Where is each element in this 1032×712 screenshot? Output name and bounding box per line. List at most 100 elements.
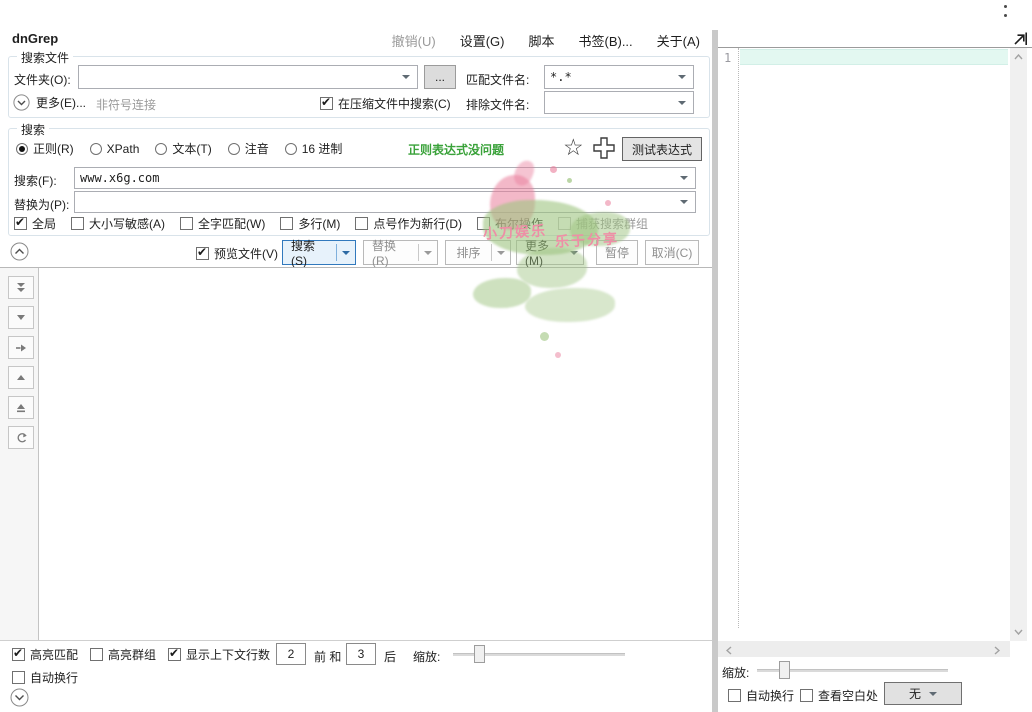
checkbox-icon[interactable] bbox=[355, 217, 368, 230]
reset-button[interactable] bbox=[8, 426, 34, 449]
more-options-toggle[interactable]: 更多(E)... bbox=[13, 94, 86, 111]
checkbox-icon[interactable] bbox=[14, 217, 27, 230]
checkbox-icon[interactable] bbox=[728, 689, 741, 702]
horizontal-scrollbar[interactable] bbox=[718, 641, 1010, 657]
checkbox-icon[interactable] bbox=[71, 217, 84, 230]
chevron-down-icon[interactable] bbox=[678, 75, 686, 79]
popout-icon[interactable] bbox=[1011, 31, 1028, 47]
results-zoom-slider-thumb[interactable] bbox=[474, 645, 485, 663]
menu-bookmarks[interactable]: 书签(B)... bbox=[578, 31, 632, 50]
checkbox-icon[interactable] bbox=[280, 217, 293, 230]
preview-zoom-slider-thumb[interactable] bbox=[779, 661, 790, 679]
radio-xpath[interactable]: XPath bbox=[90, 140, 140, 157]
next-file-button[interactable] bbox=[8, 306, 34, 329]
wrap-lines-checkbox[interactable]: 自动换行 bbox=[12, 669, 78, 686]
arrow-down-icon bbox=[15, 312, 27, 324]
radio-text[interactable]: 文本(T) bbox=[155, 140, 211, 157]
drag-handle-dot[interactable] bbox=[1004, 5, 1007, 8]
star-icon[interactable]: ☆ bbox=[563, 134, 584, 161]
scroll-left-icon[interactable] bbox=[726, 646, 732, 658]
radio-regex[interactable]: 正则(R) bbox=[16, 140, 74, 157]
search-dropdown[interactable] bbox=[337, 241, 355, 264]
scroll-up-icon[interactable] bbox=[1014, 53, 1023, 63]
context-lines-checkbox[interactable]: 显示上下文行数 bbox=[168, 646, 270, 663]
boolean-op-checkbox[interactable]: 布尔操作 bbox=[477, 215, 543, 232]
search-for-value: www.x6g.com bbox=[80, 171, 676, 185]
global-checkbox[interactable]: 全局 bbox=[14, 215, 56, 232]
chevron-down-icon[interactable] bbox=[680, 176, 688, 180]
line-number: 1 bbox=[724, 51, 731, 65]
circle-chevron-up-icon[interactable] bbox=[10, 242, 29, 261]
checkbox-icon[interactable] bbox=[320, 97, 333, 110]
search-button[interactable]: 搜索(S) bbox=[282, 240, 356, 265]
add-bookmark-icon[interactable] bbox=[592, 136, 616, 160]
preview-file-checkbox[interactable]: 预览文件(V) bbox=[196, 245, 278, 262]
circle-chevron-down-icon[interactable] bbox=[10, 688, 29, 707]
highlight-match-checkbox[interactable]: 高亮匹配 bbox=[12, 646, 78, 663]
expand-panel-button[interactable] bbox=[10, 688, 29, 710]
menu-settings[interactable]: 设置(G) bbox=[460, 31, 505, 50]
radio-icon[interactable] bbox=[16, 143, 28, 155]
pause-button: 暂停 bbox=[596, 240, 638, 265]
checkbox-icon[interactable] bbox=[477, 217, 490, 230]
exclude-combobox[interactable] bbox=[544, 91, 694, 114]
folder-combobox[interactable] bbox=[78, 65, 418, 89]
checkbox-icon[interactable] bbox=[12, 671, 25, 684]
menu-about[interactable]: 关于(A) bbox=[657, 31, 700, 50]
chevron-down-icon[interactable] bbox=[680, 200, 688, 204]
multiline-checkbox[interactable]: 多行(M) bbox=[280, 215, 340, 232]
circle-chevron-down-icon[interactable] bbox=[13, 94, 30, 111]
radio-hex[interactable]: 16 进制 bbox=[285, 140, 343, 157]
menu-script[interactable]: 脚本 bbox=[528, 31, 554, 50]
checkbox-icon[interactable] bbox=[168, 648, 181, 661]
syntax-dropdown[interactable]: 无 bbox=[884, 682, 962, 705]
replace-with-combobox[interactable] bbox=[74, 191, 696, 213]
context-before-input[interactable]: 2 bbox=[276, 643, 306, 665]
more-button[interactable]: 更多(M) bbox=[516, 240, 584, 265]
whole-word-checkbox[interactable]: 全字匹配(W) bbox=[180, 215, 265, 232]
collapse-panel-button[interactable] bbox=[10, 242, 29, 264]
checkbox-icon[interactable] bbox=[196, 247, 209, 260]
match-combobox[interactable]: *.* bbox=[544, 65, 694, 89]
match-label: 匹配文件名: bbox=[466, 71, 529, 88]
regex-status-text: 正则表达式没问题 bbox=[408, 141, 504, 158]
radio-icon[interactable] bbox=[228, 143, 240, 155]
more-dropdown[interactable] bbox=[565, 241, 583, 264]
drag-handle-dot[interactable] bbox=[1004, 14, 1007, 17]
results-area[interactable] bbox=[38, 268, 712, 640]
undo-arrow-icon bbox=[15, 431, 28, 444]
view-whitespace-checkbox[interactable]: 查看空白处 bbox=[800, 687, 878, 704]
next-match-button[interactable] bbox=[8, 336, 34, 359]
checkbox-icon[interactable] bbox=[800, 689, 813, 702]
expand-all-button[interactable] bbox=[8, 276, 34, 299]
case-sensitive-checkbox[interactable]: 大小写敏感(A) bbox=[71, 215, 165, 232]
preview-wrap-checkbox[interactable]: 自动换行 bbox=[728, 687, 794, 704]
radio-phonetic[interactable]: 注音 bbox=[228, 140, 269, 157]
radio-icon[interactable] bbox=[155, 143, 167, 155]
highlight-groups-checkbox[interactable]: 高亮群组 bbox=[90, 646, 156, 663]
context-after-input[interactable]: 3 bbox=[346, 643, 376, 665]
radio-icon[interactable] bbox=[285, 143, 297, 155]
radio-icon[interactable] bbox=[90, 143, 102, 155]
browse-button[interactable]: ... bbox=[424, 65, 456, 89]
follow-links-label: 非符号连接 bbox=[96, 96, 156, 113]
divider bbox=[0, 640, 712, 641]
checkbox-icon[interactable] bbox=[180, 217, 193, 230]
search-archives-checkbox[interactable]: 在压缩文件中搜索(C) bbox=[320, 95, 451, 112]
scroll-top-button[interactable] bbox=[8, 396, 34, 419]
checkbox-icon[interactable] bbox=[12, 648, 25, 661]
scroll-down-icon[interactable] bbox=[1014, 628, 1023, 638]
menu-undo[interactable]: 撤销(U) bbox=[392, 31, 436, 50]
dot-newline-checkbox[interactable]: 点号作为新行(D) bbox=[355, 215, 462, 232]
chevron-down-icon[interactable] bbox=[402, 75, 410, 79]
checkbox-icon[interactable] bbox=[90, 648, 103, 661]
search-options-row: 全局 大小写敏感(A) 全字匹配(W) 多行(M) 点号作为新行(D) 布尔操作… bbox=[14, 215, 648, 232]
chevron-down-icon[interactable] bbox=[678, 101, 686, 105]
folder-label: 文件夹(O): bbox=[14, 71, 71, 88]
vertical-scrollbar[interactable] bbox=[1010, 48, 1027, 641]
search-for-combobox[interactable]: www.x6g.com bbox=[74, 167, 696, 189]
previous-file-button[interactable] bbox=[8, 366, 34, 389]
scroll-right-icon[interactable] bbox=[994, 646, 1000, 658]
preview-editor[interactable]: 1 bbox=[718, 48, 1010, 641]
test-expression-button[interactable]: 测试表达式 bbox=[622, 137, 702, 161]
